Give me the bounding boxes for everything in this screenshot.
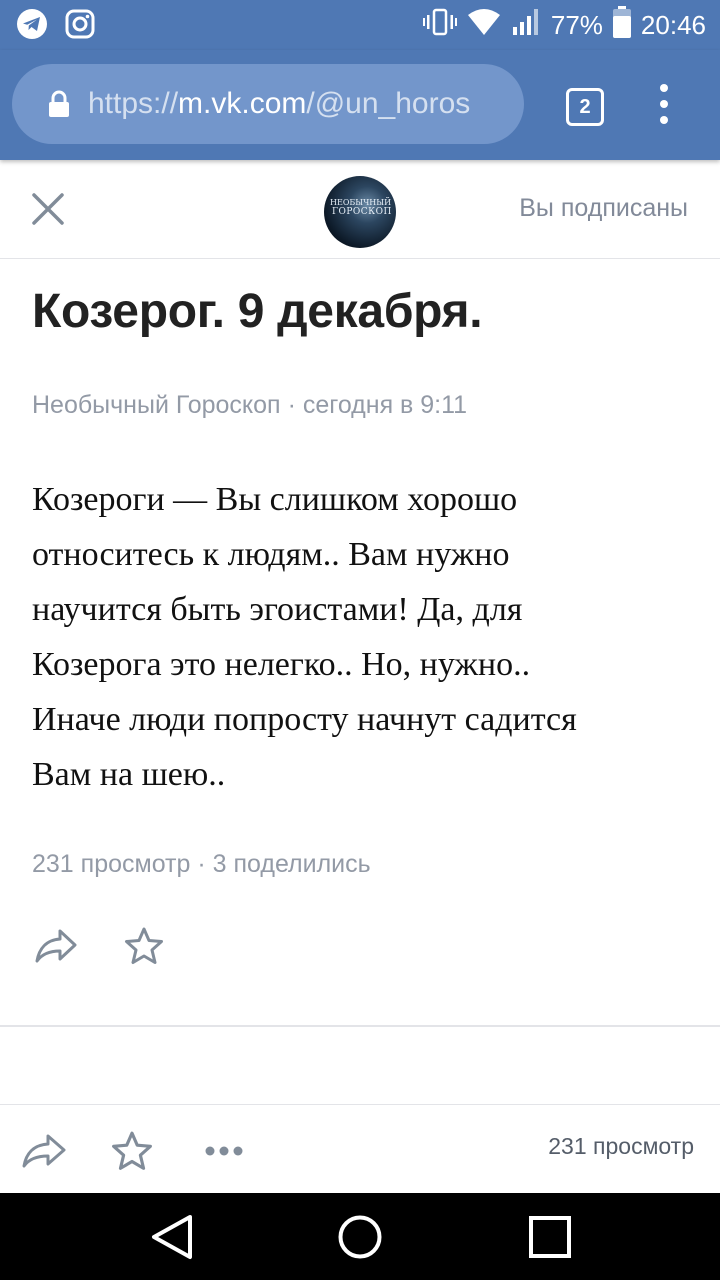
tab-count: 2 <box>579 95 591 118</box>
browser-menu-button[interactable] <box>654 84 674 124</box>
bottom-action-bar: 231 просмотр <box>0 1105 720 1193</box>
article-stats: 231 просмотр · 3 поделились <box>32 850 371 879</box>
url-text: https://m.vk.com/@un_horos <box>88 87 470 121</box>
share-icon[interactable] <box>20 1127 68 1175</box>
avatar[interactable]: НЕОБЫЧНЫЙ ГОРОСКОП <box>324 176 396 248</box>
lock-icon <box>48 89 70 119</box>
address-bar[interactable]: https://m.vk.com/@un_horos <box>12 64 524 144</box>
browser-toolbar: https://m.vk.com/@un_horos 2 <box>0 50 720 160</box>
menu-dot <box>660 100 668 108</box>
article-body: Козероги — Вы слишком хорошо относитесь … <box>32 472 692 802</box>
body-line: Иначе люди попросту начнут садится <box>32 701 577 738</box>
body-line: Козерога это нелегко.. Но, нужно.. <box>32 646 531 683</box>
instagram-icon <box>64 8 96 40</box>
article-meta: Необычный Гороскоп · сегодня в 9:11 <box>32 391 467 420</box>
article-header: НЕОБЫЧНЫЙ ГОРОСКОП Вы подписаны <box>0 160 720 259</box>
wifi-icon <box>467 8 501 43</box>
telegram-icon <box>16 8 48 40</box>
tab-switcher-button[interactable]: 2 <box>566 88 604 126</box>
url-path: /@un_horos <box>306 87 471 120</box>
url-host: m.vk.com <box>178 87 307 120</box>
signal-icon <box>511 7 541 44</box>
body-line: относитесь к людям.. Вам нужно <box>32 536 510 573</box>
clock: 20:46 <box>640 10 706 40</box>
avatar-text-line1: НЕОБЫЧНЫЙ <box>330 198 392 207</box>
home-icon[interactable] <box>334 1211 386 1263</box>
stats-separator: · <box>197 850 206 878</box>
close-icon[interactable] <box>30 191 66 227</box>
bottom-views-count: 231 просмотр <box>548 1133 694 1159</box>
back-icon[interactable] <box>146 1211 198 1263</box>
recents-icon[interactable] <box>524 1211 576 1263</box>
body-line: Козероги — Вы слишком хорошо <box>32 481 518 518</box>
meta-separator: · <box>287 391 296 419</box>
navigation-bar <box>0 1193 720 1280</box>
vibrate-icon <box>422 7 457 44</box>
url-scheme: https:// <box>88 87 179 120</box>
share-icon[interactable] <box>32 922 80 970</box>
publish-date: сегодня в 9:11 <box>302 391 468 419</box>
views-count: 231 просмотр <box>32 850 191 878</box>
star-icon[interactable] <box>120 922 168 970</box>
subscribed-button[interactable]: Вы подписаны <box>519 194 688 223</box>
menu-dot <box>660 116 668 124</box>
shares-count: 3 поделились <box>212 850 371 878</box>
page-title: Козерог. 9 декабря. <box>32 285 483 338</box>
menu-dot <box>660 84 668 92</box>
star-icon[interactable] <box>108 1127 156 1175</box>
body-line: Вам на шею.. <box>32 756 226 793</box>
battery-percent: 77% <box>550 10 603 40</box>
divider <box>0 1025 720 1027</box>
more-icon[interactable] <box>200 1127 248 1175</box>
body-line: научится быть эгоистами! Да, для <box>32 591 523 628</box>
article-actions <box>32 922 168 970</box>
author-link[interactable]: Необычный Гороскоп <box>32 391 281 419</box>
status-bar: 77% 20:46 <box>0 0 720 50</box>
battery-icon <box>612 6 631 45</box>
avatar-text-line2: ГОРОСКОП <box>332 207 392 217</box>
